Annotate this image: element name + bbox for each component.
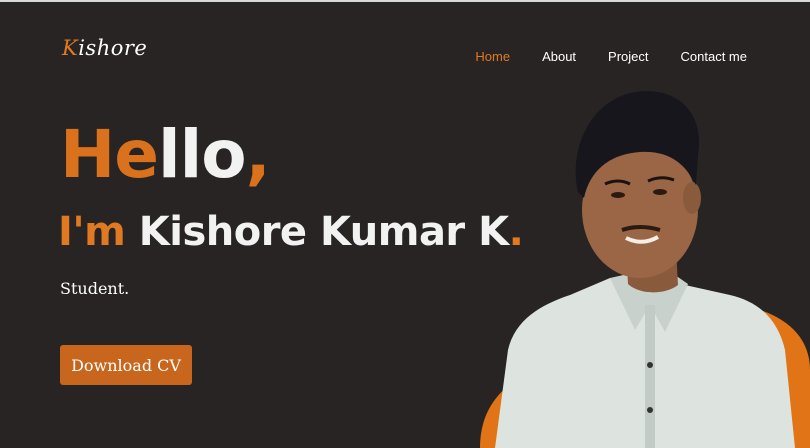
hero-role: Student. — [60, 279, 130, 298]
greeting-comma: , — [245, 116, 271, 193]
hero-intro: I'm Kishore Kumar K. — [58, 209, 524, 255]
logo-initial: K — [62, 36, 79, 60]
greeting-part-orange: He — [60, 116, 159, 193]
hero-greeting: Hello, — [60, 122, 271, 188]
intro-prefix: I'm — [58, 209, 139, 255]
site-logo[interactable]: Kishore — [62, 36, 147, 60]
logo-text: ishore — [78, 36, 148, 60]
download-cv-button[interactable]: Download CV — [60, 345, 192, 385]
nav-project-link[interactable]: Project — [608, 49, 648, 64]
main-nav: Home About Project Contact me — [475, 49, 747, 64]
intro-name: Kishore Kumar K — [138, 209, 509, 255]
nav-contact-link[interactable]: Contact me — [681, 49, 747, 64]
profile-photo — [480, 91, 810, 448]
greeting-part-white: llo — [158, 116, 247, 193]
nav-home-link[interactable]: Home — [475, 49, 510, 64]
nav-about-link[interactable]: About — [542, 49, 576, 64]
top-border — [0, 0, 810, 2]
